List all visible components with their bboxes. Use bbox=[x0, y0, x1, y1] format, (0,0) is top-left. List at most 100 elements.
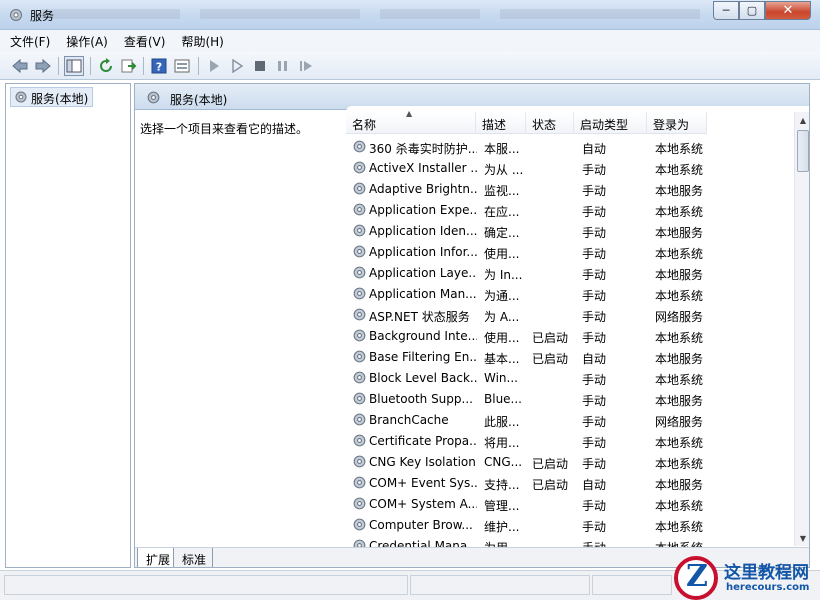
maximize-button[interactable]: ▢ bbox=[739, 1, 765, 20]
service-name: Computer Brow... bbox=[369, 518, 473, 532]
service-description: 支持... bbox=[484, 478, 520, 492]
pause-icon[interactable] bbox=[273, 56, 293, 76]
tab-extended[interactable]: 扩展 bbox=[137, 548, 178, 567]
service-row[interactable]: Adaptive Brightn... 监视... 手动 本地服务 bbox=[346, 178, 791, 199]
service-startup-type: 手动 bbox=[582, 163, 607, 177]
restart-icon[interactable] bbox=[296, 56, 316, 76]
service-logon-as: 本地服务 bbox=[655, 394, 704, 408]
column-header-logon-as[interactable]: 登录为 bbox=[647, 112, 707, 134]
service-startup-type: 手动 bbox=[582, 247, 607, 261]
start-icon[interactable] bbox=[204, 56, 224, 76]
service-row[interactable]: Application Iden... 确定... 手动 本地服务 bbox=[346, 220, 791, 241]
service-gear-icon bbox=[353, 455, 366, 468]
show-tree-icon[interactable] bbox=[64, 56, 84, 76]
service-row[interactable]: Application Laye... 为 In... 手动 本地服务 bbox=[346, 262, 791, 283]
menu-view[interactable]: 查看(V) bbox=[124, 33, 166, 50]
service-description: 为 A... bbox=[484, 310, 520, 324]
vertical-scrollbar[interactable]: ▲ ▼ bbox=[794, 112, 809, 546]
tree-item-label: 服务(本地) bbox=[31, 92, 89, 106]
scroll-up-icon[interactable]: ▲ bbox=[795, 112, 809, 128]
service-row[interactable]: COM+ Event Sys... 支持... 已启动 自动 本地服务 bbox=[346, 472, 791, 493]
service-name: 360 杀毒实时防护... bbox=[369, 142, 477, 156]
tree-item-local-services[interactable]: 服务(本地) bbox=[10, 87, 94, 107]
service-startup-type: 手动 bbox=[582, 184, 607, 198]
title-bar: 服务 ─ ▢ ✕ bbox=[0, 0, 820, 30]
service-name: BranchCache bbox=[369, 413, 449, 427]
services-gear-icon bbox=[10, 9, 22, 21]
service-name: Bluetooth Supp... bbox=[369, 392, 473, 406]
back-icon[interactable] bbox=[10, 56, 30, 76]
service-name: CNG Key Isolation bbox=[369, 455, 476, 469]
service-row[interactable]: Application Man... 为通... 手动 本地系统 bbox=[346, 283, 791, 304]
service-status: 已启动 bbox=[532, 478, 569, 492]
service-name: Background Inte... bbox=[369, 329, 477, 343]
forward-icon[interactable] bbox=[33, 56, 53, 76]
service-gear-icon bbox=[353, 413, 366, 426]
service-description: 监视... bbox=[484, 184, 520, 198]
column-header-status[interactable]: 状态 bbox=[526, 112, 574, 134]
menu-action[interactable]: 操作(A) bbox=[66, 33, 108, 50]
column-header-name[interactable]: ▲ 名称 bbox=[346, 109, 476, 134]
service-name: Base Filtering En... bbox=[369, 350, 477, 364]
menu-help[interactable]: 帮助(H) bbox=[181, 33, 223, 50]
help-icon[interactable]: ? bbox=[149, 56, 169, 76]
toolbar-divider bbox=[198, 57, 199, 75]
service-row[interactable]: Block Level Back... Win... 手动 本地系统 bbox=[346, 367, 791, 388]
toolbar-divider bbox=[90, 57, 91, 75]
column-header-startup-type[interactable]: 启动类型 bbox=[574, 112, 647, 134]
service-gear-icon bbox=[353, 392, 366, 405]
background-tab-ghost bbox=[40, 9, 180, 19]
service-description: Blue... bbox=[484, 392, 522, 406]
console-tree: 服务(本地) bbox=[5, 83, 131, 568]
service-logon-as: 本地系统 bbox=[655, 520, 704, 534]
refresh-icon[interactable] bbox=[96, 56, 116, 76]
service-row[interactable]: Base Filtering En... 基本... 已启动 自动 本地服务 bbox=[346, 346, 791, 367]
service-row[interactable]: Computer Brow... 维护... 手动 本地系统 bbox=[346, 514, 791, 535]
service-row[interactable]: COM+ System A... 管理... 手动 本地系统 bbox=[346, 493, 791, 514]
service-row[interactable]: ActiveX Installer ... 为从 ... 手动 本地系统 bbox=[346, 157, 791, 178]
background-tab-ghost bbox=[200, 9, 360, 19]
watermark-url: herecours.com bbox=[726, 582, 810, 593]
service-description: 维护... bbox=[484, 520, 520, 534]
description-text: 选择一个项目来查看它的描述。 bbox=[140, 122, 309, 136]
service-startup-type: 手动 bbox=[582, 226, 607, 240]
scroll-thumb[interactable] bbox=[797, 130, 809, 172]
service-startup-type: 自动 bbox=[582, 142, 607, 156]
service-startup-type: 手动 bbox=[582, 205, 607, 219]
service-row[interactable]: Bluetooth Supp... Blue... 手动 本地服务 bbox=[346, 388, 791, 409]
service-row[interactable]: 360 杀毒实时防护... 本服... 自动 本地系统 bbox=[346, 136, 791, 157]
service-description: 为从 ... bbox=[484, 163, 524, 177]
service-row[interactable]: Certificate Propa... 将用... 手动 本地系统 bbox=[346, 430, 791, 451]
column-header-description[interactable]: 描述 bbox=[476, 112, 526, 134]
service-row[interactable]: Application Infor... 使用... 手动 本地系统 bbox=[346, 241, 791, 262]
menu-bar: 文件(F) 操作(A) 查看(V) 帮助(H) bbox=[0, 30, 820, 52]
service-row[interactable]: CNG Key Isolation CNG... 已启动 手动 本地系统 bbox=[346, 451, 791, 472]
export-icon[interactable] bbox=[119, 56, 139, 76]
menu-file[interactable]: 文件(F) bbox=[10, 33, 50, 50]
service-row[interactable]: Application Expe... 在应... 手动 本地系统 bbox=[346, 199, 791, 220]
service-startup-type: 自动 bbox=[582, 478, 607, 492]
close-button[interactable]: ✕ bbox=[765, 1, 811, 20]
service-description: Win... bbox=[484, 371, 518, 385]
start-alt-icon[interactable] bbox=[227, 56, 247, 76]
status-segment bbox=[592, 575, 672, 595]
service-logon-as: 本地系统 bbox=[655, 247, 704, 261]
gear-icon bbox=[15, 91, 27, 103]
service-row[interactable]: Background Inte... 使用... 已启动 手动 本地系统 bbox=[346, 325, 791, 346]
services-list: ▲ 名称 描述 状态 启动类型 登录为 360 杀毒实时防护... 本服... 自动… bbox=[346, 106, 809, 555]
service-gear-icon bbox=[353, 497, 366, 510]
properties-icon[interactable] bbox=[172, 56, 192, 76]
toolbar-divider bbox=[58, 57, 59, 75]
service-row[interactable]: ASP.NET 状态服务为 A... 手动 网络服务 bbox=[346, 304, 791, 325]
service-name: Application Man... bbox=[369, 287, 477, 301]
service-logon-as: 本地系统 bbox=[655, 457, 704, 471]
service-description: 为通... bbox=[484, 289, 520, 303]
stop-icon[interactable] bbox=[250, 56, 270, 76]
service-row[interactable]: BranchCache 此服... 手动 网络服务 bbox=[346, 409, 791, 430]
tab-standard[interactable]: 标准 bbox=[173, 548, 214, 567]
service-logon-as: 本地服务 bbox=[655, 478, 704, 492]
scroll-down-icon[interactable]: ▼ bbox=[795, 530, 809, 546]
minimize-button[interactable]: ─ bbox=[713, 1, 739, 20]
service-gear-icon bbox=[353, 329, 366, 342]
service-startup-type: 手动 bbox=[582, 268, 607, 282]
